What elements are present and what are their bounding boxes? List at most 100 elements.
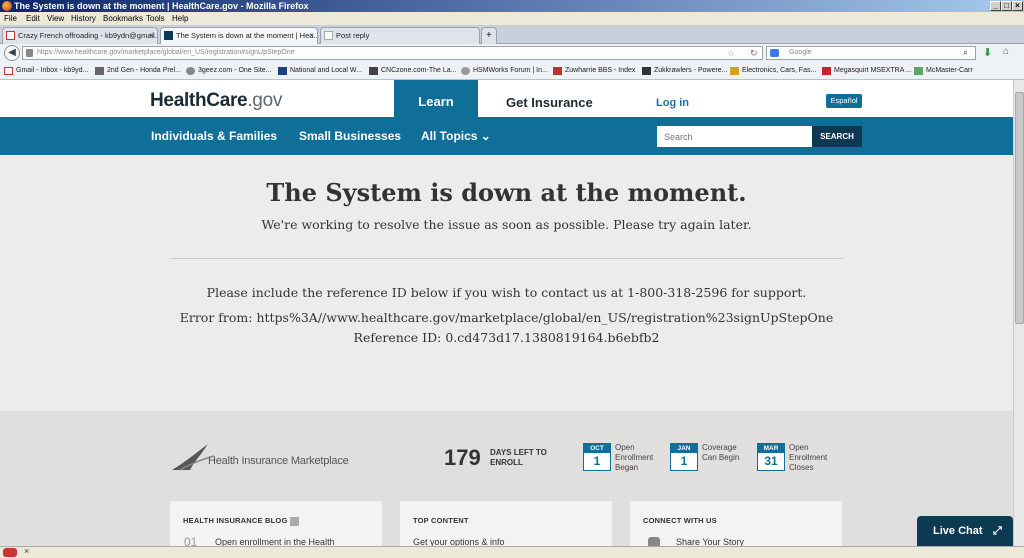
bookmark-label: McMaster-Carr bbox=[926, 67, 973, 74]
error-subtitle: We're working to resolve the issue as so… bbox=[261, 217, 752, 232]
bookmark-label: 3geez.com - One Site... bbox=[198, 67, 272, 74]
tab-learn[interactable]: Learn bbox=[394, 80, 478, 117]
bookmark-label: National and Local W... bbox=[290, 67, 362, 74]
firefox-icon bbox=[2, 1, 12, 11]
site-icon bbox=[553, 67, 562, 75]
nav-individuals-families[interactable]: Individuals & Families bbox=[151, 129, 277, 143]
site-footer: Health Insurance Marketplace 179 DAYS LE… bbox=[0, 411, 1013, 546]
calendar-mar: MAR 31 bbox=[757, 443, 785, 471]
menu-history[interactable]: History bbox=[71, 12, 96, 25]
menu-bookmarks[interactable]: Bookmarks bbox=[103, 12, 143, 25]
bookmark-item[interactable]: National and Local W... bbox=[278, 62, 362, 80]
bookmark-label: 2nd Gen - Honda Prel... bbox=[107, 67, 181, 74]
gmail-icon bbox=[4, 67, 13, 75]
minimize-button[interactable]: _ bbox=[990, 1, 1001, 11]
web-page: HealthCare.gov Learn Get Insurance Log i… bbox=[0, 80, 1013, 546]
menu-help[interactable]: Help bbox=[172, 12, 188, 25]
bookmark-item[interactable]: CNCzone.com-The La... bbox=[369, 62, 456, 80]
back-arrow-icon[interactable]: ◀ bbox=[4, 45, 20, 61]
bookmark-label: Zukkrawlers - Powere... bbox=[654, 67, 728, 74]
healthcare-favicon-icon bbox=[164, 31, 173, 40]
scrollbar-thumb[interactable] bbox=[1015, 92, 1024, 324]
marketplace-label: Health Insurance Marketplace bbox=[208, 455, 349, 467]
bookmark-item[interactable]: HSMWorks Forum | In... bbox=[461, 62, 548, 80]
tab-bar: Crazy French offroading - kb9ydn@gmail..… bbox=[0, 25, 1024, 44]
calendar-day: 1 bbox=[593, 454, 601, 468]
bookmark-item[interactable]: Zukkrawlers - Powere... bbox=[642, 62, 728, 80]
tab-gmail[interactable]: Crazy French offroading - kb9ydn@gmail..… bbox=[2, 27, 158, 44]
tab-label: Crazy French offroading - kb9ydn@gmail..… bbox=[18, 31, 158, 40]
card-blog: HEALTH INSURANCE BLOG 01 Open enrollment… bbox=[170, 501, 382, 546]
menu-view[interactable]: View bbox=[47, 12, 64, 25]
error-from-text: Error from: https%3A//www.healthcare.gov… bbox=[179, 310, 834, 325]
error-title: The System is down at the moment. bbox=[266, 178, 747, 207]
expand-icon[interactable]: ⤢ bbox=[993, 516, 1002, 546]
search-placeholder: Google bbox=[789, 49, 812, 56]
bookmark-item[interactable]: Zuwharrie BBS - Index bbox=[553, 62, 635, 80]
search-bar[interactable]: Google ⌕ bbox=[766, 46, 976, 60]
menu-edit[interactable]: Edit bbox=[26, 12, 40, 25]
close-window-button[interactable]: × bbox=[1012, 1, 1023, 11]
blog-link[interactable]: Open enrollment in the Health bbox=[215, 537, 335, 546]
card-heading: CONNECT WITH US bbox=[643, 516, 717, 525]
bookmark-label: Megasquirt MSEXTRA ... bbox=[834, 67, 912, 74]
live-chat-button[interactable]: Live Chat ⤢ bbox=[917, 516, 1013, 546]
share-story-link[interactable]: Share Your Story bbox=[676, 537, 744, 546]
url-bar[interactable]: https://www.healthcare.gov/marketplace/g… bbox=[22, 46, 763, 60]
home-icon[interactable]: ⌂ bbox=[1003, 46, 1009, 57]
nav-all-topics[interactable]: All Topics ⌄ bbox=[421, 129, 491, 143]
bookmark-item[interactable]: Gmail - Inbox - kb9yd... bbox=[4, 62, 88, 80]
new-tab-button[interactable]: + bbox=[481, 27, 497, 44]
reference-id-text: Reference ID: 0.cd473d17.1380819164.b6eb… bbox=[353, 330, 660, 345]
site-search-input[interactable] bbox=[657, 126, 813, 147]
bookmark-item[interactable]: McMaster-Carr bbox=[914, 62, 973, 80]
abp-icon[interactable] bbox=[3, 548, 17, 557]
calendar-jan: JAN 1 bbox=[670, 443, 698, 471]
espanol-button[interactable]: Español bbox=[826, 94, 862, 108]
site-search-button[interactable]: SEARCH bbox=[812, 126, 862, 147]
bookmark-label: HSMWorks Forum | In... bbox=[473, 67, 548, 74]
reload-icon[interactable]: ↻ bbox=[750, 47, 758, 59]
lock-icon bbox=[26, 49, 33, 57]
card-heading: HEALTH INSURANCE BLOG bbox=[183, 516, 299, 526]
bookmark-item[interactable]: 2nd Gen - Honda Prel... bbox=[95, 62, 181, 80]
close-tab-icon[interactable]: × bbox=[149, 28, 154, 43]
magnifier-icon[interactable]: ⌕ bbox=[963, 46, 968, 58]
top-content-link[interactable]: Get your options & info bbox=[413, 537, 505, 546]
close-tab-icon[interactable]: × bbox=[309, 28, 314, 43]
status-bar: × bbox=[0, 546, 1024, 558]
logo-main: HealthCare bbox=[150, 90, 248, 111]
menu-bar: File Edit View History Bookmarks Tools H… bbox=[0, 12, 1024, 25]
close-icon[interactable]: × bbox=[24, 546, 29, 556]
tab-label: Post reply bbox=[336, 31, 370, 40]
bookmark-item[interactable]: Megasquirt MSEXTRA ... bbox=[822, 62, 912, 80]
nav-all-topics-label: All Topics bbox=[421, 129, 478, 143]
bookmark-item[interactable]: Electronics, Cars, Fas... bbox=[730, 62, 816, 80]
calendar-month: OCT bbox=[584, 444, 610, 453]
rss-icon[interactable] bbox=[289, 516, 299, 526]
bookmark-label: Zuwharrie BBS - Index bbox=[565, 67, 636, 74]
bookmark-item[interactable]: 3geez.com - One Site... bbox=[186, 62, 272, 80]
window-title-bar: The System is down at the moment | Healt… bbox=[0, 0, 1024, 12]
nav-small-businesses[interactable]: Small Businesses bbox=[299, 129, 401, 143]
login-link[interactable]: Log in bbox=[656, 97, 689, 109]
google-icon bbox=[770, 49, 779, 57]
tab-healthcare[interactable]: The System is down at the moment | Hea..… bbox=[160, 27, 318, 44]
download-arrow-icon[interactable]: ⬇ bbox=[983, 46, 992, 59]
tab-post-reply[interactable]: Post reply bbox=[320, 27, 480, 44]
site-nav: Individuals & Families Small Businesses … bbox=[0, 117, 1013, 155]
tab-get-insurance[interactable]: Get Insurance bbox=[506, 95, 593, 110]
healthcare-logo[interactable]: HealthCare.gov bbox=[150, 90, 282, 112]
site-icon bbox=[914, 67, 923, 75]
bookmark-star-icon[interactable]: ☆ bbox=[727, 47, 735, 59]
site-icon bbox=[822, 67, 831, 75]
calendar-month: MAR bbox=[758, 444, 784, 453]
scrollbar[interactable] bbox=[1013, 80, 1024, 546]
menu-file[interactable]: File bbox=[4, 12, 17, 25]
window-title: The System is down at the moment | Healt… bbox=[14, 1, 309, 11]
divider bbox=[170, 258, 844, 259]
site-header: HealthCare.gov Learn Get Insurance Log i… bbox=[0, 80, 1013, 117]
card-heading-text: HEALTH INSURANCE BLOG bbox=[183, 516, 288, 525]
menu-tools[interactable]: Tools bbox=[146, 12, 165, 25]
maximize-button[interactable]: □ bbox=[1001, 1, 1012, 11]
